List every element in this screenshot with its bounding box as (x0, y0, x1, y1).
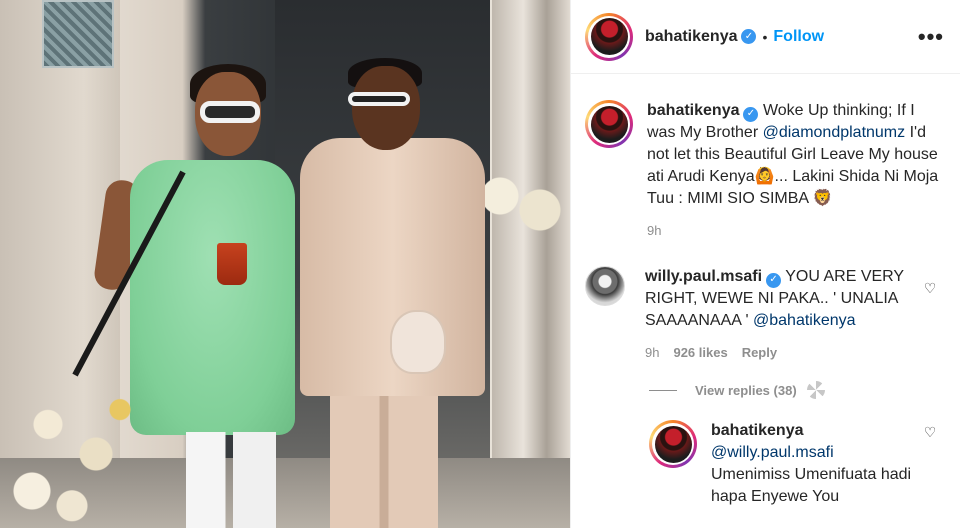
avatar-image (590, 18, 628, 55)
post-header: bahatikenya ✓ • Follow ••• (571, 0, 960, 74)
man-sunglasses (348, 92, 410, 106)
white-boots (186, 432, 276, 528)
comments-list: bahatikenya ✓ Woke Up thinking; If I was … (571, 74, 960, 508)
comment: willy.paul.msafi ✓ YOU ARE VERY RIGHT, WE… (585, 266, 944, 364)
verified-icon: ✓ (741, 29, 757, 44)
avatar[interactable] (585, 266, 625, 306)
handbag (390, 310, 446, 374)
comment-likes[interactable]: 926 likes (673, 342, 727, 364)
comment-mention[interactable]: @bahatikenya (753, 312, 856, 329)
caption-time[interactable]: 9h (647, 220, 661, 242)
avatar-image (590, 105, 628, 143)
reply-username[interactable]: bahatikenya (711, 420, 918, 442)
comments-panel: bahatikenya ✓ • Follow ••• bahatikenya ✓ … (570, 0, 960, 528)
caption-mention[interactable]: @diamondplatnumz (763, 124, 906, 141)
heart-icon[interactable]: ♡ (922, 280, 938, 296)
caption-text: bahatikenya ✓ Woke Up thinking; If I was … (647, 100, 944, 210)
more-options-icon[interactable]: ••• (918, 25, 944, 48)
flowers-left (0, 380, 160, 528)
comment-time[interactable]: 9h (645, 342, 659, 364)
post-photo[interactable] (0, 0, 570, 528)
divider-line (649, 389, 677, 391)
reply-mention[interactable]: @willy.paul.msafi (711, 442, 918, 464)
view-replies-label[interactable]: View replies (38) (695, 383, 797, 398)
comment-meta: 9h 926 likes Reply (645, 342, 918, 364)
pillar (492, 0, 570, 528)
post-modal: bahatikenya ✓ • Follow ••• bahatikenya ✓ … (0, 0, 960, 528)
avatar[interactable] (649, 420, 697, 468)
view-replies[interactable]: View replies (38) (649, 378, 944, 402)
caption: bahatikenya ✓ Woke Up thinking; If I was … (585, 100, 944, 242)
loading-spinner-icon (806, 381, 825, 399)
avatar-image (654, 425, 692, 463)
reply: bahatikenya @willy.paul.msafi Umenimiss … (649, 420, 944, 508)
flowers-right (470, 168, 570, 238)
caption-meta: 9h (647, 220, 944, 242)
avatar[interactable] (585, 100, 633, 148)
separator-dot: • (762, 28, 768, 45)
man-head (352, 66, 420, 150)
woman-sunglasses (200, 101, 260, 123)
header-username[interactable]: bahatikenya (645, 28, 737, 46)
reply-button[interactable]: Reply (742, 342, 777, 364)
man-trousers (330, 396, 438, 528)
caption-username[interactable]: bahatikenya (647, 102, 739, 119)
comment-text: willy.paul.msafi ✓ YOU ARE VERY RIGHT, WE… (645, 266, 918, 332)
heart-icon[interactable]: ♡ (922, 424, 938, 440)
wall-frame (42, 0, 114, 68)
avatar[interactable] (585, 12, 633, 61)
comment-username[interactable]: willy.paul.msafi (645, 268, 762, 285)
verified-icon: ✓ (766, 272, 782, 288)
verified-icon: ✓ (743, 106, 759, 122)
follow-button[interactable]: Follow (773, 28, 824, 46)
red-cup (217, 243, 247, 285)
reply-text: Umenimiss Umenifuata hadi hapa Enyewe Yo… (711, 466, 912, 505)
